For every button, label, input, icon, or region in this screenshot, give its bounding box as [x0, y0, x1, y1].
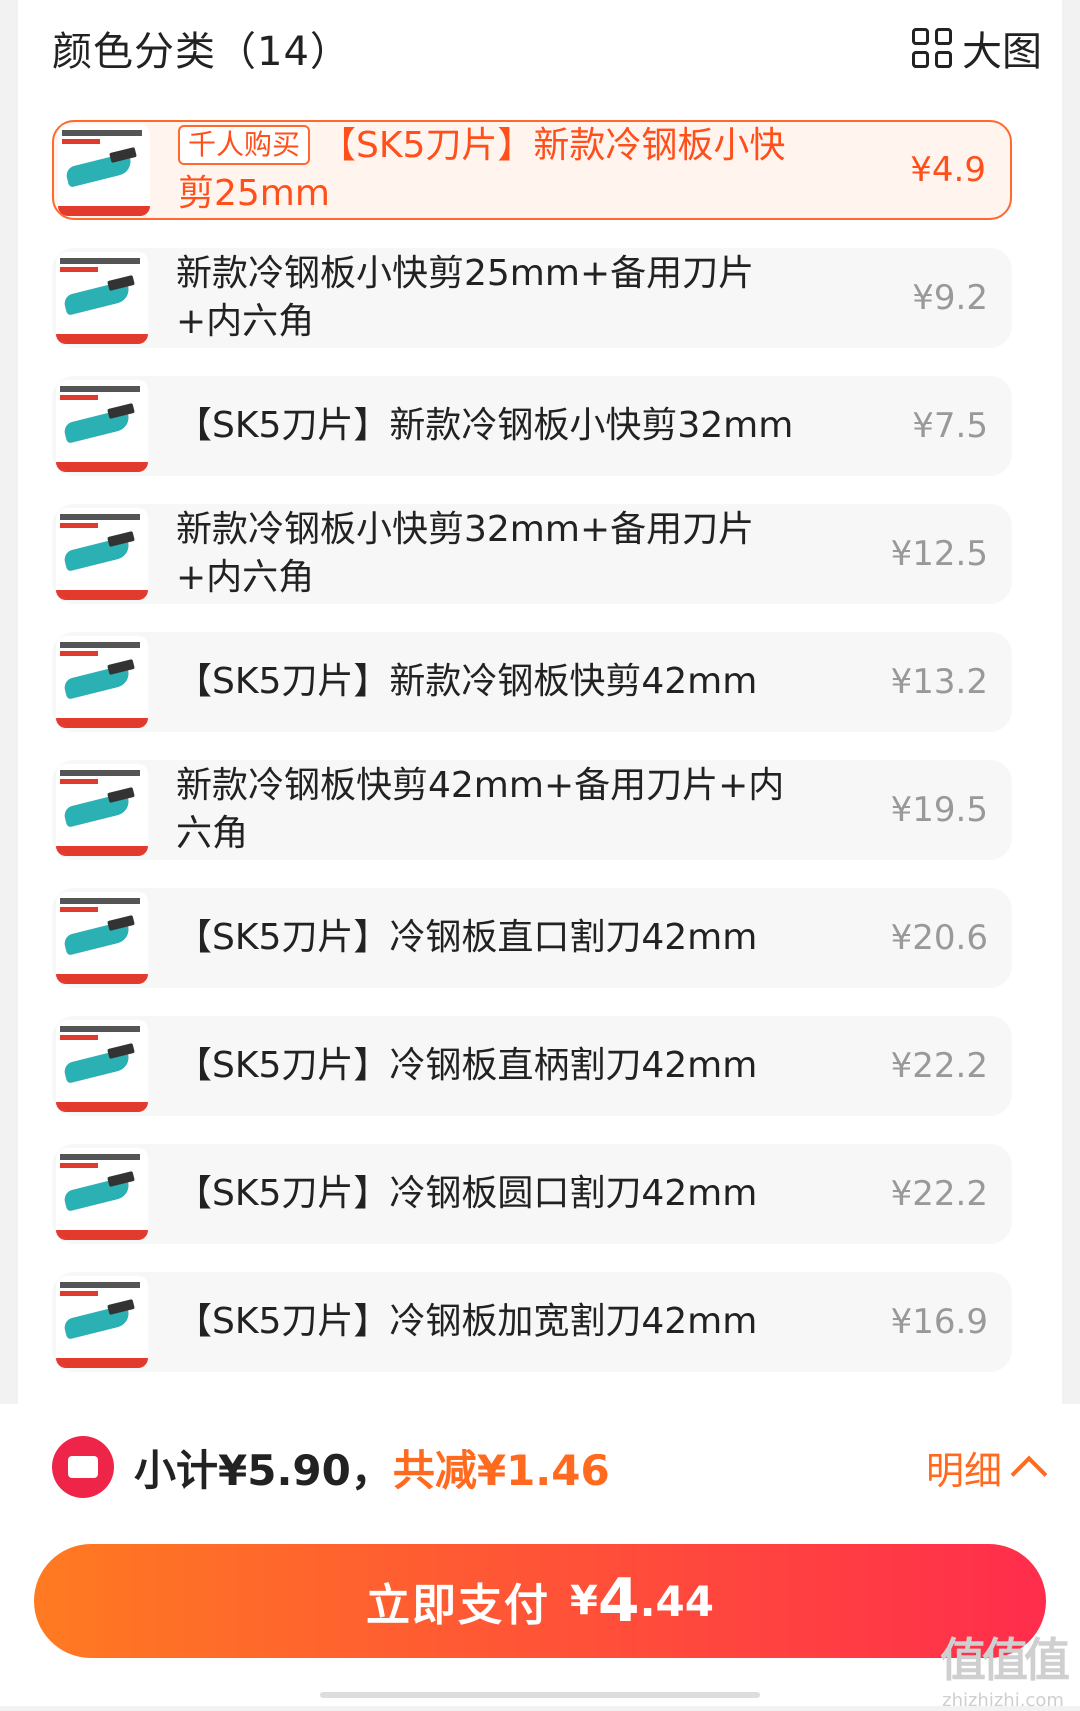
sku-price: ¥7.5 [912, 406, 988, 446]
sku-name: 【SK5刀片】新款冷钢板快剪42mm [176, 658, 796, 706]
color-category-title: 颜色分类（14） [52, 29, 351, 75]
pay-label: 立即支付 [366, 1580, 550, 1631]
pay-now-button[interactable]: 立即支付 ¥ 4 .44 [34, 1544, 1046, 1658]
watermark-logo: 值值值 [940, 1633, 1070, 1687]
detail-label: 明细 [925, 1448, 1002, 1493]
pay-amount-integer: 4 [597, 1566, 640, 1636]
sku-name-text: 【SK5刀片】冷钢板直口割刀42mm [176, 917, 758, 958]
sku-thumbnail [56, 1276, 148, 1368]
sku-option[interactable]: 【SK5刀片】新款冷钢板快剪42mm ¥13.2 [52, 632, 1012, 732]
price-summary: 小计¥5.90， 共减¥1.46 明细 [52, 1432, 1048, 1502]
sku-option[interactable]: 【SK5刀片】新款冷钢板小快剪32mm ¥7.5 [52, 376, 1012, 476]
sku-name-text: 新款冷钢板小快剪32mm+备用刀片+内六角 [176, 509, 755, 598]
home-indicator [320, 1692, 760, 1698]
sku-price: ¥12.5 [890, 534, 988, 574]
sku-thumbnail [58, 124, 150, 216]
sku-name-text: 新款冷钢板快剪42mm+备用刀片+内六角 [176, 765, 785, 854]
coupon-icon [52, 1436, 114, 1498]
sku-name: 【SK5刀片】冷钢板直柄割刀42mm [176, 1042, 796, 1090]
sku-option[interactable]: 【SK5刀片】冷钢板直口割刀42mm ¥20.6 [52, 888, 1012, 988]
sku-thumbnail [56, 1148, 148, 1240]
sku-name: 新款冷钢板快剪42mm+备用刀片+内六角 [176, 762, 796, 858]
sku-name-text: 【SK5刀片】冷钢板加宽割刀42mm [176, 1301, 758, 1342]
sku-price: ¥22.2 [890, 1174, 988, 1214]
discount-text: 共减¥1.46 [392, 1445, 610, 1495]
subtotal-text: 小计¥5.90， [134, 1445, 393, 1495]
sku-price: ¥19.5 [890, 790, 988, 830]
sku-thumbnail [56, 508, 148, 600]
large-view-toggle[interactable]: 大图 [912, 19, 1042, 77]
sku-list: 千人购买 【SK5刀片】新款冷钢板小快剪25mm ¥4.9 新款冷钢板小快剪25mm+… [52, 120, 1012, 1400]
sku-option[interactable]: 【SK5刀片】冷钢板加宽割刀42mm ¥16.9 [52, 1272, 1012, 1372]
sku-price: ¥22.2 [890, 1046, 988, 1086]
watermark-site: zhizhizhi.com [942, 1690, 1064, 1711]
sku-thumbnail [56, 892, 148, 984]
sku-name: 【SK5刀片】冷钢板加宽割刀42mm [176, 1298, 796, 1346]
sku-price: ¥16.9 [890, 1302, 988, 1342]
checkout-footer: 小计¥5.90， 共减¥1.46 明细 立即支付 ¥ 4 .44 值值值 zhi… [0, 1404, 1080, 1711]
pay-currency: ¥ [570, 1578, 598, 1624]
sku-name-text: 【SK5刀片】新款冷钢板快剪42mm [176, 661, 758, 702]
detail-button[interactable]: 明细 [925, 1440, 1048, 1495]
sku-name: 新款冷钢板小快剪32mm+备用刀片+内六角 [176, 506, 796, 602]
sku-price: ¥13.2 [890, 662, 988, 702]
sku-name-text: 新款冷钢板小快剪25mm+备用刀片+内六角 [176, 253, 755, 342]
sku-thumbnail [56, 636, 148, 728]
sku-sheet: 颜色分类（14） 大图 千人购买 【SK5刀片】新款冷钢板小快剪25mm ¥4.9 新… [18, 0, 1062, 1404]
sku-name-text: 【SK5刀片】冷钢板直柄割刀42mm [176, 1045, 758, 1086]
sku-thumbnail [56, 252, 148, 344]
grid-icon [912, 28, 952, 68]
sheet-header: 颜色分类（14） 大图 [52, 18, 1042, 78]
sku-option[interactable]: 新款冷钢板快剪42mm+备用刀片+内六角 ¥19.5 [52, 760, 1012, 860]
sku-name: 新款冷钢板小快剪25mm+备用刀片+内六角 [176, 250, 796, 346]
sku-name: 【SK5刀片】冷钢板圆口割刀42mm [176, 1170, 796, 1218]
pay-amount-decimal: .44 [639, 1576, 714, 1626]
sku-thumbnail [56, 1020, 148, 1112]
sku-name: 【SK5刀片】新款冷钢板小快剪32mm [176, 402, 796, 450]
sku-option[interactable]: 新款冷钢板小快剪25mm+备用刀片+内六角 ¥9.2 [52, 248, 1012, 348]
sku-option[interactable]: 【SK5刀片】冷钢板直柄割刀42mm ¥22.2 [52, 1016, 1012, 1116]
chevron-up-icon [1010, 1455, 1048, 1493]
sku-thumbnail [56, 380, 148, 472]
sku-price: ¥9.2 [912, 278, 988, 318]
sku-thumbnail [56, 764, 148, 856]
sku-option[interactable]: 新款冷钢板小快剪32mm+备用刀片+内六角 ¥12.5 [52, 504, 1012, 604]
sku-option[interactable]: 千人购买 【SK5刀片】新款冷钢板小快剪25mm ¥4.9 [52, 120, 1012, 220]
watermark: 值值值 zhizhizhi.com [940, 1624, 1070, 1711]
sku-name-text: 【SK5刀片】冷钢板圆口割刀42mm [176, 1173, 758, 1214]
large-view-label: 大图 [962, 29, 1042, 75]
sku-price: ¥20.6 [890, 918, 988, 958]
sku-name-text: 【SK5刀片】新款冷钢板小快剪32mm [176, 405, 794, 446]
sku-name: 千人购买 【SK5刀片】新款冷钢板小快剪25mm [178, 122, 798, 218]
sku-option[interactable]: 【SK5刀片】冷钢板圆口割刀42mm ¥22.2 [52, 1144, 1012, 1244]
popular-tag: 千人购买 [178, 125, 311, 165]
sku-name: 【SK5刀片】冷钢板直口割刀42mm [176, 914, 796, 962]
sku-price: ¥4.9 [910, 150, 986, 190]
